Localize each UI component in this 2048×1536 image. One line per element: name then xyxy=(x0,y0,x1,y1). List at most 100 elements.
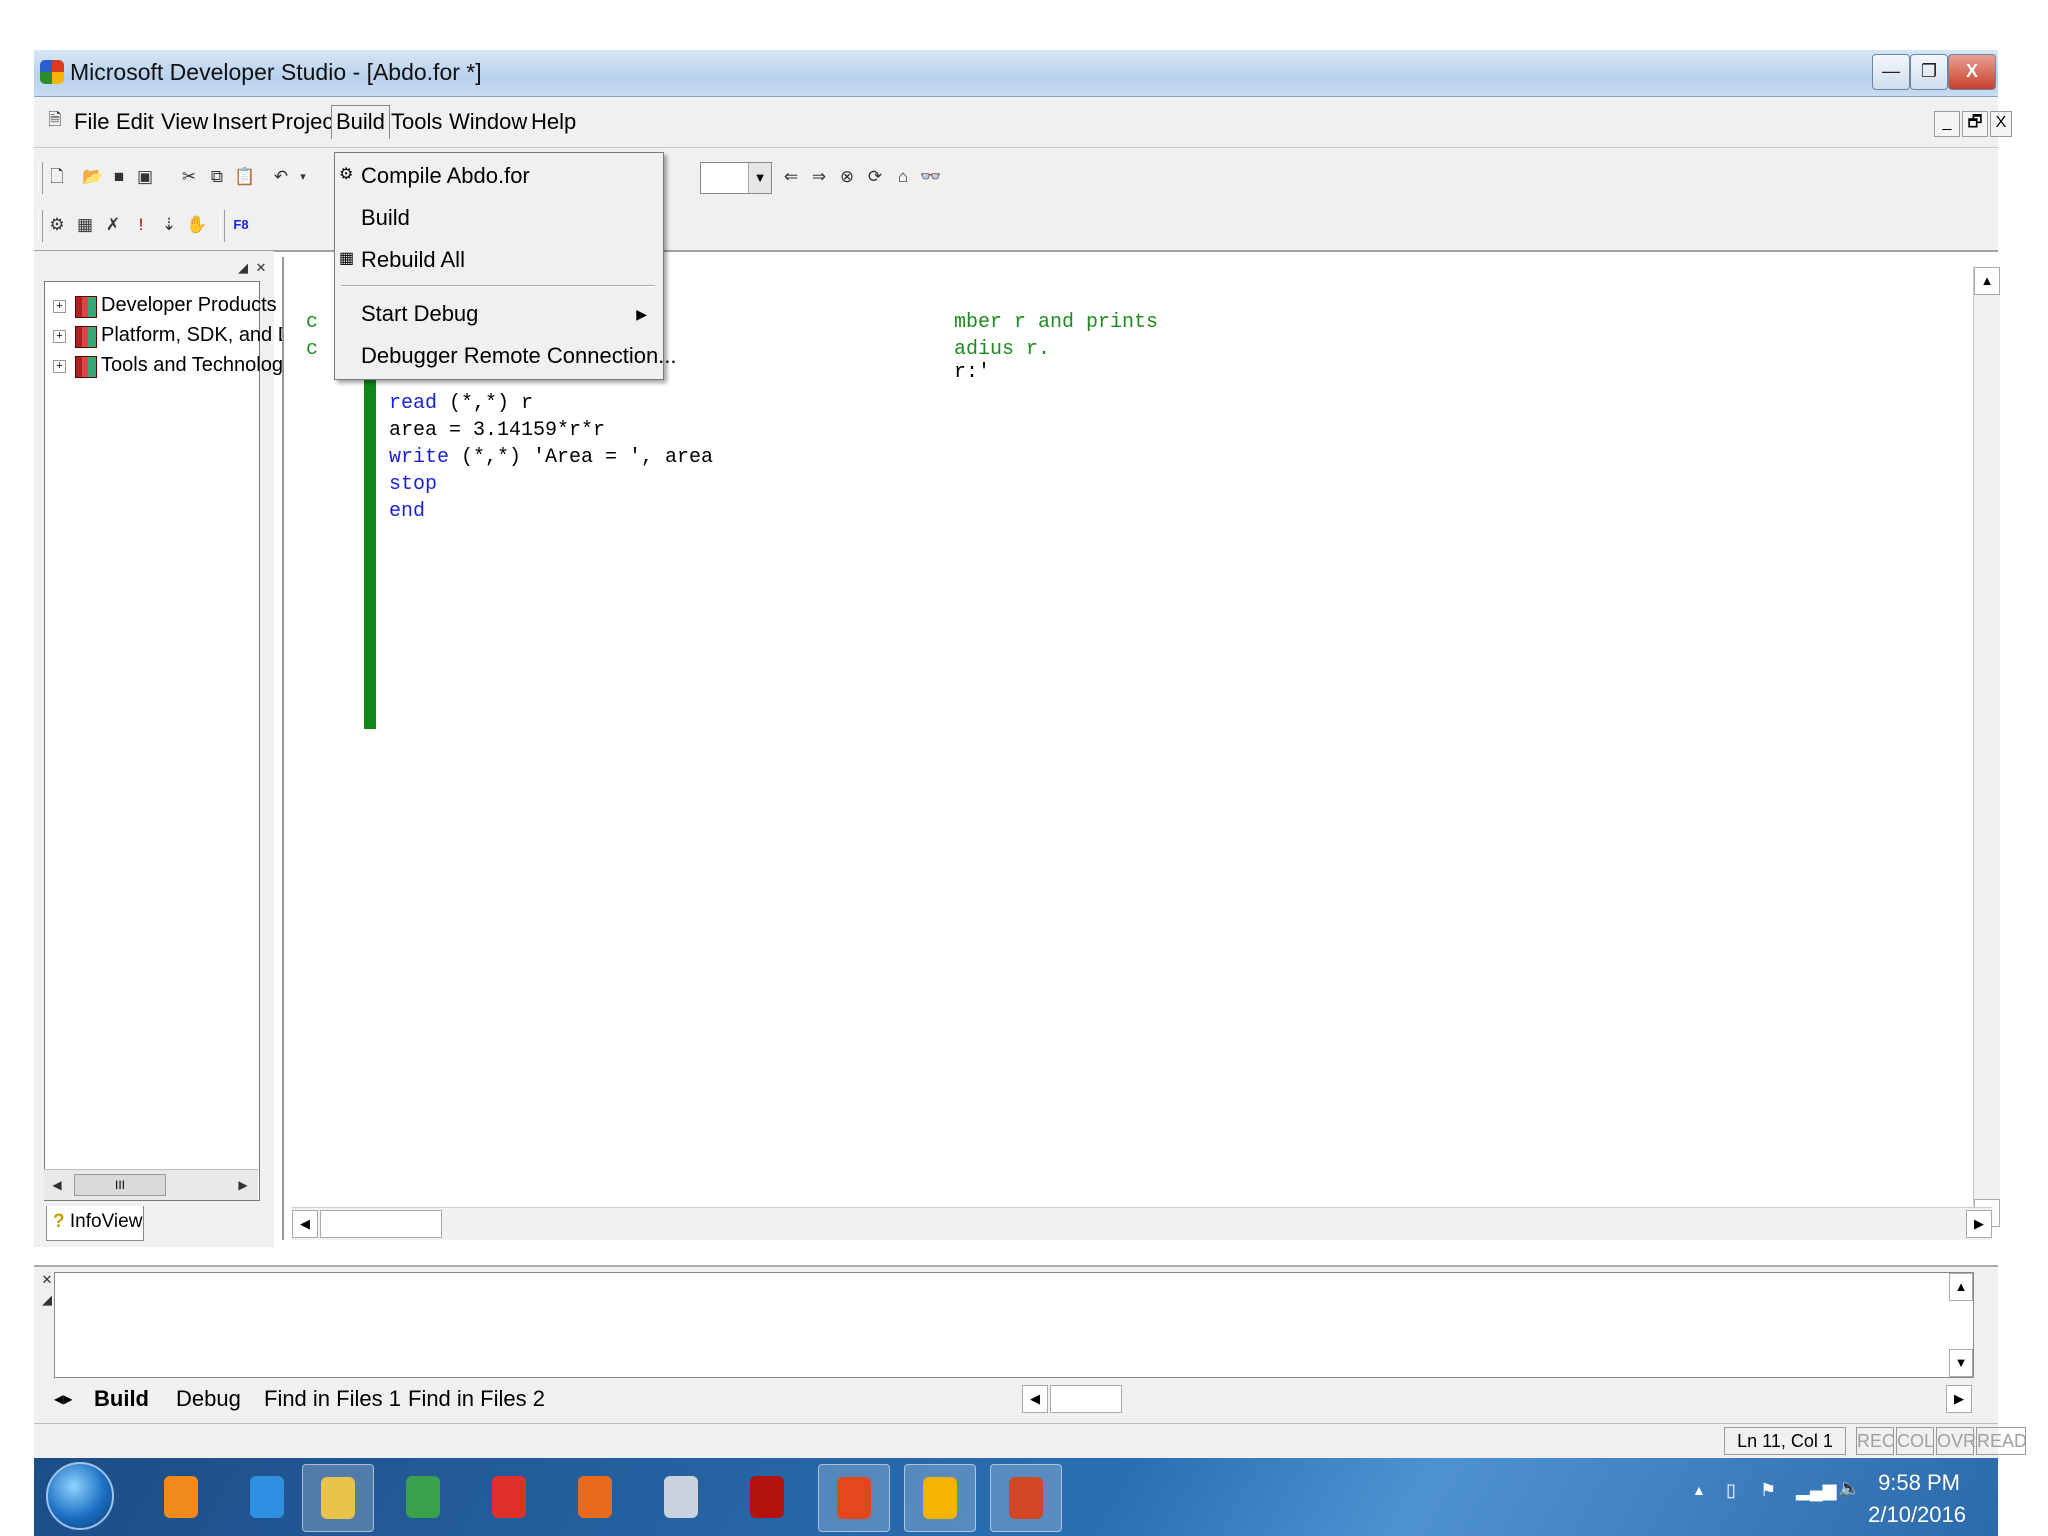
menu-item-build[interactable]: Build xyxy=(335,199,661,237)
forward-arrow-icon[interactable]: ⇒ xyxy=(808,166,830,188)
find-combo[interactable]: ▼ xyxy=(700,162,772,194)
horizontal-scrollbar[interactable]: ◀ ▶ xyxy=(292,1207,1992,1240)
scroll-thumb[interactable] xyxy=(1050,1385,1122,1413)
taskbar: ▲ ▯ ⚑ ▂▄▆ 🔈 9:58 PM 2/10/2016 xyxy=(34,1458,1998,1536)
taskbar-app[interactable] xyxy=(732,1464,802,1530)
code-editor[interactable]: c mber r and prints c adius r. r:' read … xyxy=(282,257,2000,1240)
start-button[interactable] xyxy=(46,1462,114,1530)
taskbar-app[interactable] xyxy=(560,1464,630,1530)
scroll-right-icon[interactable]: ▶ xyxy=(1946,1385,1972,1413)
taskbar-app[interactable] xyxy=(146,1464,216,1530)
menu-item-debugger-remote[interactable]: Debugger Remote Connection... xyxy=(335,337,677,375)
taskbar-app[interactable] xyxy=(990,1464,1062,1532)
scroll-left-icon[interactable]: ◀ xyxy=(292,1210,318,1238)
horizontal-scrollbar[interactable]: ◀ III ▶ xyxy=(44,1169,258,1200)
scroll-left-icon[interactable]: ◀ xyxy=(1022,1385,1048,1413)
action-center-flag-icon[interactable]: ⚑ xyxy=(1760,1480,1776,1501)
undo-icon[interactable]: ↶ xyxy=(270,166,292,188)
binoculars-icon[interactable]: 👓 xyxy=(920,166,942,188)
infoview-tab[interactable]: ? InfoView xyxy=(46,1206,144,1241)
close-icon[interactable]: ✕ xyxy=(250,257,272,279)
tab-build[interactable]: Build xyxy=(94,1383,149,1415)
open-icon[interactable]: 📂 xyxy=(82,166,104,188)
back-arrow-icon[interactable]: ⇐ xyxy=(780,166,802,188)
scroll-right-icon[interactable]: ▶ xyxy=(232,1174,254,1196)
scroll-down-icon[interactable]: ▼ xyxy=(1949,1349,1973,1377)
step-into-icon[interactable]: ⇣ xyxy=(158,214,180,236)
menu-item-compile[interactable]: ⚙ Compile Abdo.for xyxy=(335,157,661,195)
undo-dropdown-icon[interactable]: ▾ xyxy=(292,166,314,188)
calculator-icon xyxy=(664,1476,698,1518)
comment-prefix: c xyxy=(306,338,319,361)
expand-icon[interactable]: + xyxy=(53,360,66,373)
taskbar-app[interactable] xyxy=(388,1464,458,1530)
scroll-up-icon[interactable]: ▲ xyxy=(1949,1273,1973,1301)
network-signal-icon[interactable]: ▂▄▆ xyxy=(1796,1480,1836,1501)
scroll-thumb[interactable]: III xyxy=(74,1174,166,1196)
home-icon[interactable]: ⌂ xyxy=(892,166,914,188)
tab-find-in-files-2[interactable]: Find in Files 2 xyxy=(408,1383,545,1415)
restore-button[interactable]: ❐ xyxy=(1910,54,1948,90)
scroll-thumb[interactable] xyxy=(320,1210,442,1238)
menu-build[interactable]: Build xyxy=(331,105,390,139)
scroll-right-icon[interactable]: ▶ xyxy=(1966,1210,1992,1238)
app-n-icon xyxy=(492,1476,526,1518)
mdi-minimize-button[interactable]: _ xyxy=(1934,111,1960,137)
menu-window[interactable]: Window xyxy=(449,109,527,135)
taskbar-app[interactable] xyxy=(232,1464,302,1530)
clock-date[interactable]: 2/10/2016 xyxy=(1868,1502,1966,1528)
close-button[interactable]: X xyxy=(1948,54,1996,90)
toolbar-grip[interactable] xyxy=(220,210,225,242)
minimize-button[interactable]: — xyxy=(1872,54,1910,90)
toolbar-grip[interactable] xyxy=(38,162,43,194)
menu-edit[interactable]: Edit xyxy=(116,109,154,135)
refresh-icon[interactable]: ⟳ xyxy=(864,166,886,188)
save-all-icon[interactable]: ▣ xyxy=(134,166,156,188)
volume-icon[interactable]: 🔈 xyxy=(1838,1478,1860,1499)
fortran-icon[interactable]: F8 xyxy=(230,214,252,236)
menu-item-rebuild-all[interactable]: ▦ Rebuild All xyxy=(335,241,661,279)
mdi-restore-button[interactable]: 🗗 xyxy=(1962,111,1988,137)
menu-item-start-debug[interactable]: Start Debug ▶ xyxy=(335,295,661,333)
menu-view[interactable]: View xyxy=(161,109,208,135)
tab-debug[interactable]: Debug xyxy=(176,1383,241,1415)
expand-icon[interactable]: + xyxy=(53,330,66,343)
show-hidden-icons[interactable]: ▲ xyxy=(1692,1482,1706,1498)
taskbar-app[interactable] xyxy=(646,1464,716,1530)
build-icon[interactable]: ▦ xyxy=(74,214,96,236)
tab-find-in-files-1[interactable]: Find in Files 1 xyxy=(264,1383,401,1415)
scroll-up-icon[interactable]: ▲ xyxy=(1974,267,2000,295)
clock-time[interactable]: 9:58 PM xyxy=(1878,1470,1960,1496)
chevron-down-icon[interactable]: ▼ xyxy=(748,163,771,193)
stop-icon[interactable]: ⊗ xyxy=(836,166,858,188)
output-text-area[interactable]: ▲ ▼ xyxy=(54,1272,1974,1378)
battery-icon[interactable]: ▯ xyxy=(1726,1480,1736,1501)
paste-icon[interactable]: 📋 xyxy=(234,166,256,188)
cut-icon[interactable]: ✂ xyxy=(178,166,200,188)
compile-icon[interactable]: ⚙ xyxy=(46,214,68,236)
books-icon xyxy=(75,296,97,318)
save-icon[interactable]: ■ xyxy=(108,166,130,188)
vertical-scrollbar[interactable]: ▲ ▼ xyxy=(1973,267,2000,1227)
menu-file[interactable]: File xyxy=(74,109,109,135)
tab-scroll-left-icon[interactable]: ◀▶ xyxy=(54,1383,72,1415)
status-rec: REC xyxy=(1856,1427,1895,1455)
taskbar-app[interactable] xyxy=(302,1464,374,1532)
menu-tools[interactable]: Tools xyxy=(391,109,442,135)
menu-insert[interactable]: Insert xyxy=(212,109,267,135)
copy-icon[interactable]: ⧉ xyxy=(206,166,228,188)
expand-icon[interactable]: + xyxy=(53,300,66,313)
toolbar-grip[interactable] xyxy=(38,210,43,242)
menu-project[interactable]: Project xyxy=(271,109,339,135)
breakpoint-hand-icon[interactable]: ✋ xyxy=(186,214,208,236)
taskbar-app[interactable] xyxy=(904,1464,976,1532)
menu-help[interactable]: Help xyxy=(531,109,576,135)
mdi-close-button[interactable]: X xyxy=(1990,111,2012,137)
execute-icon[interactable]: ! xyxy=(130,214,152,236)
scroll-left-icon[interactable]: ◀ xyxy=(46,1174,68,1196)
taskbar-app[interactable] xyxy=(818,1464,890,1532)
stop-build-icon[interactable]: ✗ xyxy=(102,214,124,236)
horizontal-scrollbar[interactable]: ◀ ▶ xyxy=(1022,1383,1972,1415)
new-file-icon[interactable]: 🗋 xyxy=(46,166,68,188)
taskbar-app[interactable] xyxy=(474,1464,544,1530)
